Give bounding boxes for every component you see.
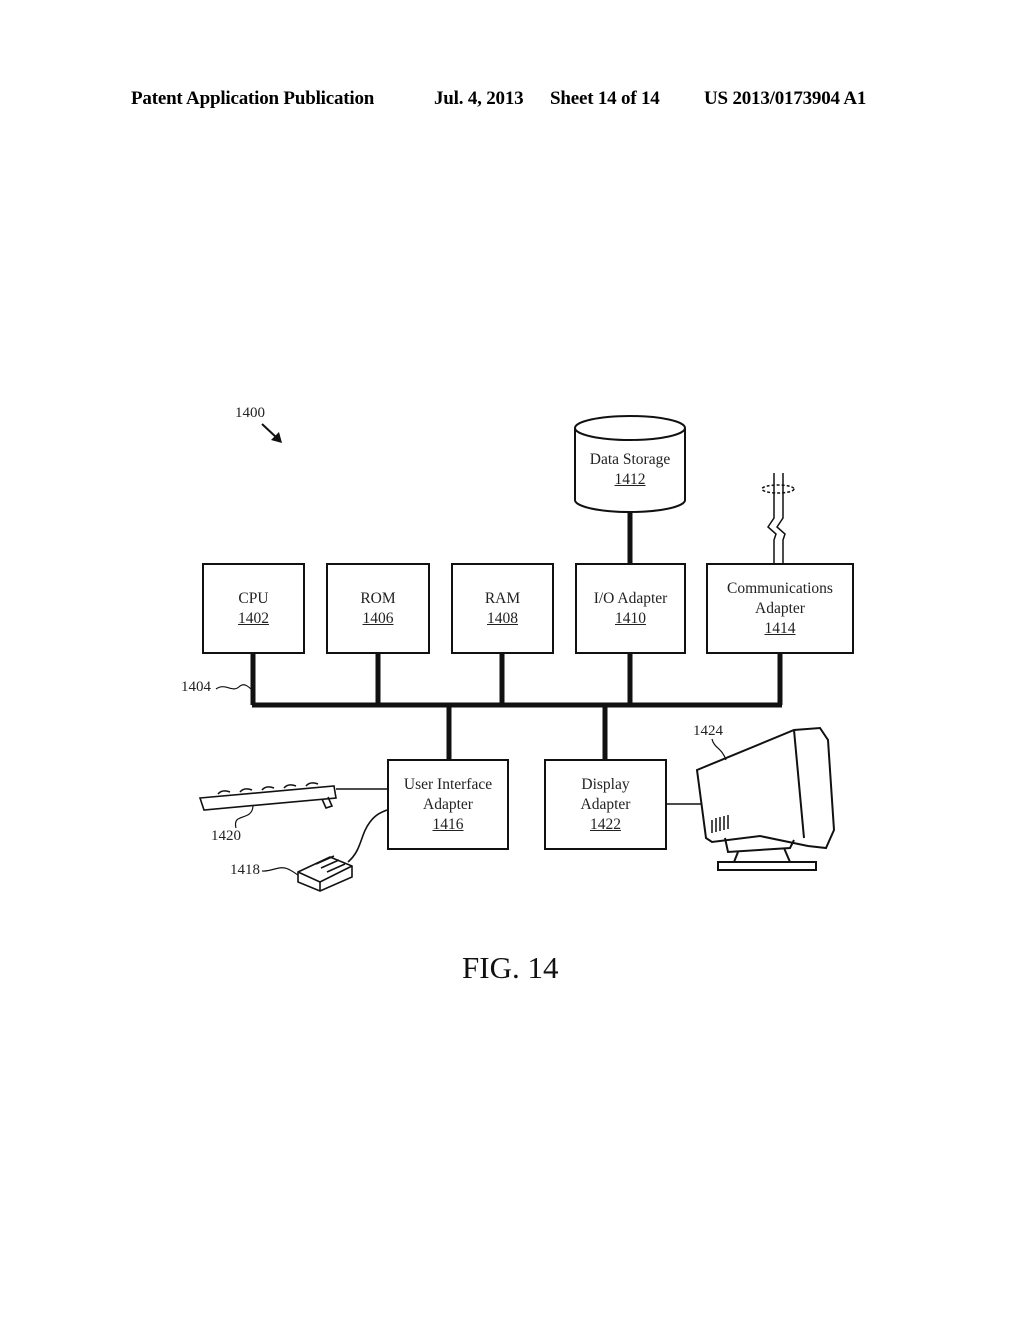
keyboard-icon: [198, 782, 387, 811]
rom-ref: 1406: [362, 609, 394, 627]
ram-ref: 1408: [487, 609, 518, 627]
comm-adapter-box: Communications Adapter 1414: [706, 563, 854, 654]
system-bus: [250, 653, 783, 759]
block-diagram: [198, 415, 836, 892]
data-storage-ref: 1412: [614, 471, 646, 488]
figure-caption: FIG. 14: [462, 950, 559, 985]
mouse-ref-label: 1418: [230, 862, 260, 878]
cpu-ref: 1402: [238, 609, 269, 627]
keyboard-ref-label: 1420: [211, 828, 241, 844]
ram-label: RAM: [484, 589, 521, 607]
comm-adapter-ref: 1414: [764, 619, 796, 637]
system-arrow-icon: [261, 423, 282, 443]
network-line-icon: [761, 473, 795, 563]
display-adapter-box: Display Adapter 1422: [544, 759, 667, 850]
display-adapter-label-1: Display: [581, 775, 630, 793]
keyboard-leader-line: [234, 805, 254, 829]
system-ref-label: 1400: [235, 405, 265, 421]
display-adapter-label-2: Adapter: [580, 795, 631, 813]
io-adapter-label: I/O Adapter: [593, 589, 668, 607]
monitor-icon: [695, 726, 836, 871]
display-adapter-ref: 1422: [590, 815, 621, 833]
rom-label: ROM: [360, 589, 396, 607]
bus-ref-label: 1404: [181, 679, 211, 695]
cpu-label: CPU: [238, 589, 269, 607]
ram-box: RAM 1408: [451, 563, 554, 654]
monitor-ref-label: 1424: [693, 723, 723, 739]
rom-box: ROM 1406: [326, 563, 430, 654]
comm-adapter-label-1: Communications: [727, 579, 833, 597]
ui-adapter-box: User Interface Adapter 1416: [387, 759, 509, 850]
ui-adapter-ref: 1416: [432, 815, 464, 833]
cpu-box: CPU 1402: [202, 563, 305, 654]
ui-adapter-label-2: Adapter: [423, 795, 473, 813]
io-adapter-box: I/O Adapter 1410: [575, 563, 686, 654]
data-storage: Data Storage 1412: [574, 450, 686, 490]
comm-adapter-label-2: Adapter: [755, 599, 805, 617]
io-adapter-ref: 1410: [615, 609, 646, 627]
mouse-icon: [297, 809, 388, 892]
bus-leader-line: [215, 684, 253, 691]
ui-adapter-label-1: User Interface: [403, 775, 493, 793]
mouse-leader-line: [261, 867, 299, 876]
monitor-leader-line: [711, 738, 727, 761]
data-storage-label: Data Storage: [589, 451, 671, 468]
